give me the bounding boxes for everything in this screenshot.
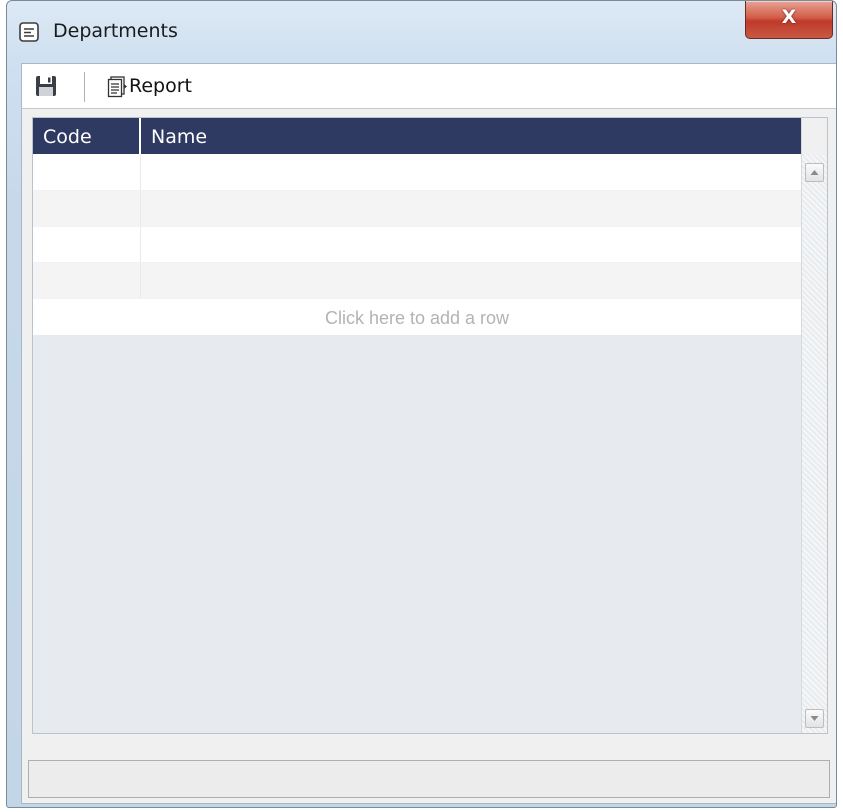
window-title: Departments	[53, 20, 178, 42]
departments-grid: Code Name Click here to add a row	[32, 117, 828, 734]
report-button[interactable]: Report	[106, 72, 192, 100]
grid-header: Code Name	[33, 118, 801, 155]
table-row[interactable]	[33, 263, 801, 299]
column-header-code[interactable]: Code	[33, 118, 141, 154]
code-cell[interactable]	[33, 191, 141, 226]
title-bar[interactable]: Departments X	[7, 1, 836, 61]
table-row[interactable]	[33, 155, 801, 191]
status-bar	[28, 760, 830, 798]
toolbar: Report	[22, 64, 836, 109]
code-cell[interactable]	[33, 155, 141, 190]
column-header-name[interactable]: Name	[141, 118, 801, 154]
report-label: Report	[129, 75, 192, 97]
grid-rows: Click here to add a row	[33, 155, 801, 335]
toolbar-separator	[84, 72, 85, 102]
code-cell[interactable]	[33, 263, 141, 298]
window-client-area: Report Code Name Click here to add a row	[21, 63, 836, 804]
add-row-button[interactable]: Click here to add a row	[33, 299, 801, 335]
window-icon	[19, 22, 39, 42]
scrollbar-corner	[802, 118, 827, 155]
table-row[interactable]	[33, 227, 801, 263]
table-row[interactable]	[33, 191, 801, 227]
departments-window: Departments X Report Code Name Click her…	[6, 0, 837, 808]
scroll-down-button[interactable]	[805, 709, 824, 728]
close-button[interactable]: X	[745, 1, 833, 39]
floppy-disk-icon[interactable]	[34, 74, 58, 98]
code-cell[interactable]	[33, 227, 141, 262]
vertical-scrollbar[interactable]	[801, 118, 827, 733]
arrow-down-icon	[810, 716, 819, 721]
scroll-up-button[interactable]	[805, 163, 824, 182]
arrow-up-icon	[810, 170, 819, 175]
report-icon	[107, 76, 127, 98]
close-icon: X	[781, 6, 797, 28]
